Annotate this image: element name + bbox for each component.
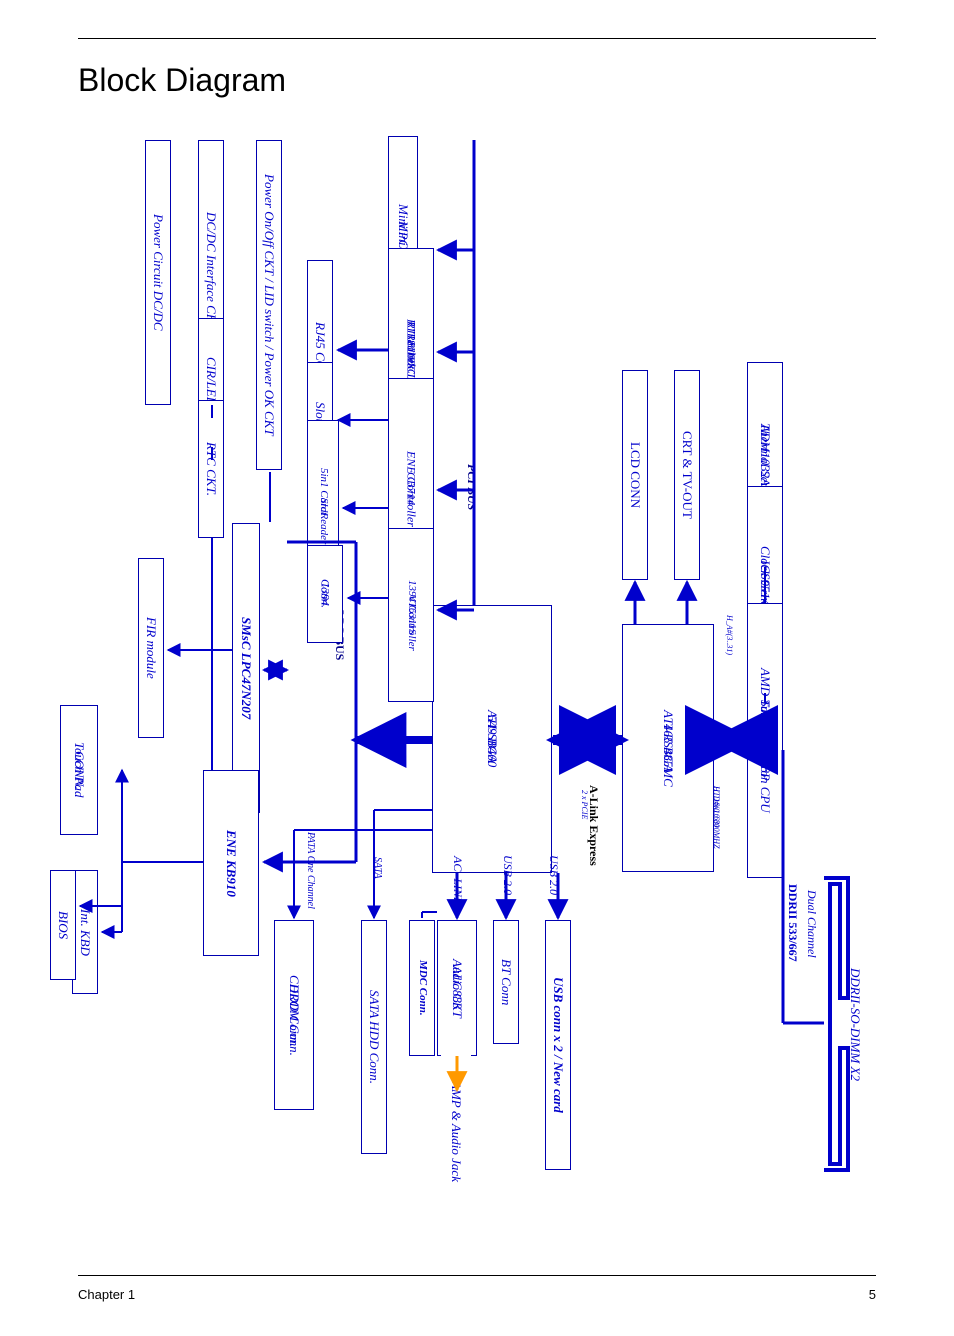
connectors — [60, 130, 890, 1210]
page-title: Block Diagram — [78, 62, 286, 99]
diagram-stage: Thermal SensorADM1032ARM Clock Generator… — [60, 130, 890, 1210]
footer-chapter: Chapter 1 — [78, 1287, 135, 1302]
footer-pagenum: 5 — [869, 1287, 876, 1302]
